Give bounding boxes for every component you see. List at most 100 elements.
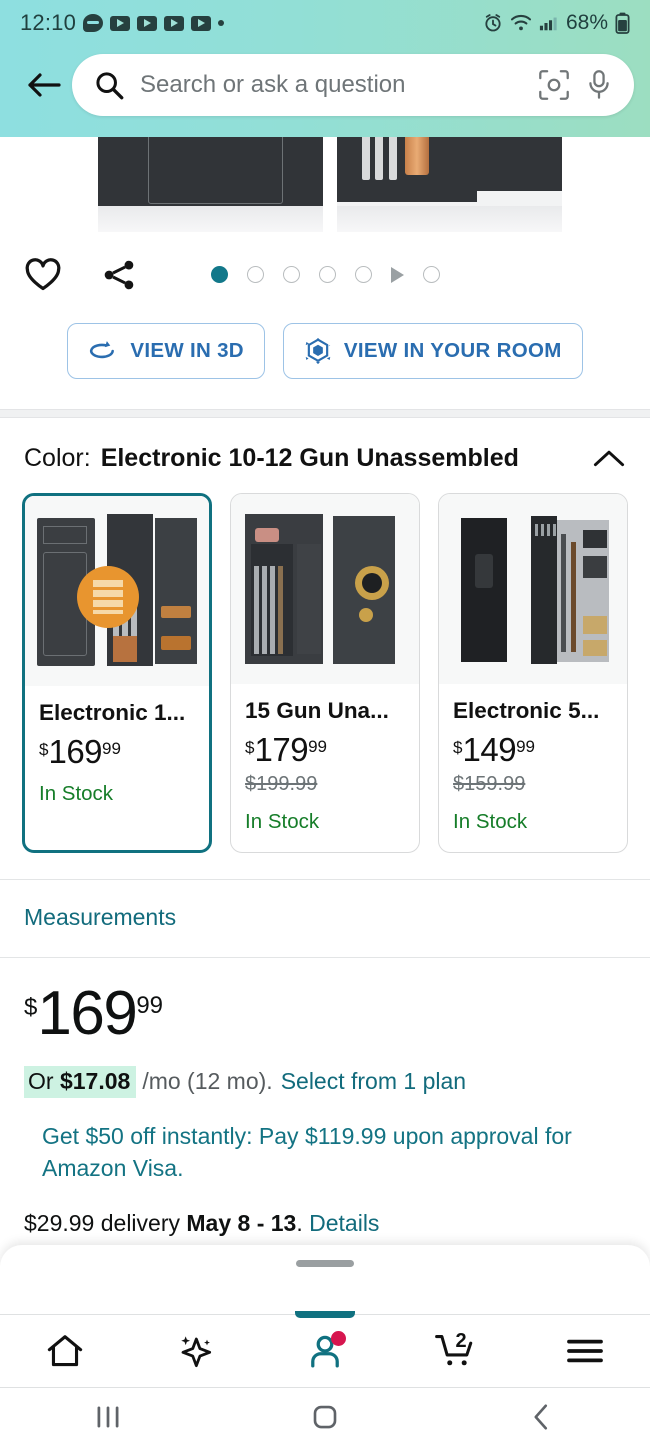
view-in-3d-button[interactable]: VIEW IN 3D bbox=[67, 323, 265, 379]
view-buttons-row: VIEW IN 3D VIEW IN YOUR ROOM bbox=[0, 317, 650, 409]
back-arrow-icon bbox=[28, 72, 61, 97]
swatch-currency: $ bbox=[245, 738, 255, 757]
color-swatch-option-1[interactable]: Electronic 1... $ 169 99 In Stock bbox=[22, 493, 213, 853]
bottom-tab-bar: 2 bbox=[0, 1314, 650, 1388]
recents-icon bbox=[97, 1406, 119, 1427]
back-button[interactable] bbox=[16, 70, 72, 100]
carousel-dot[interactable] bbox=[282, 266, 300, 283]
swatch-price-frac: 99 bbox=[308, 737, 327, 756]
battery-percent: 68% bbox=[565, 11, 608, 34]
status-time: 12:10 bbox=[20, 10, 77, 35]
tab-account[interactable] bbox=[260, 1315, 390, 1387]
carousel-dot-active[interactable] bbox=[210, 266, 228, 283]
swatch-price-whole: 169 bbox=[48, 733, 103, 770]
status-bar-right: 68% bbox=[483, 11, 630, 35]
swatch-stock-status: In Stock bbox=[39, 782, 114, 805]
dot-icon bbox=[218, 20, 225, 26]
section-divider bbox=[0, 409, 650, 418]
home-icon bbox=[47, 1335, 83, 1367]
swatch-title: Electronic 1... bbox=[39, 700, 186, 725]
color-swatch-option-3[interactable]: Electronic 5... $ 149 99 $159.99 In Stoc… bbox=[438, 493, 629, 853]
carousel-dot[interactable] bbox=[246, 266, 264, 283]
tab-cart[interactable]: 2 bbox=[390, 1315, 520, 1387]
delivery-cost: $29.99 delivery bbox=[24, 1210, 180, 1236]
delivery-details-link[interactable]: Details bbox=[309, 1210, 379, 1236]
swatch-price-frac: 99 bbox=[516, 737, 535, 756]
select-plan-link[interactable]: Select from 1 plan bbox=[281, 1068, 466, 1095]
swatch-currency: $ bbox=[39, 740, 49, 759]
chevron-up-icon[interactable] bbox=[592, 447, 626, 471]
search-bar[interactable]: Search or ask a question bbox=[72, 53, 634, 116]
tab-menu[interactable] bbox=[520, 1315, 650, 1387]
price-currency: $ bbox=[24, 994, 38, 1021]
back-chevron-icon bbox=[534, 1403, 547, 1430]
price-fraction: 99 bbox=[136, 992, 164, 1019]
chat-bubble-icon bbox=[83, 14, 104, 32]
swatch-stock-status: In Stock bbox=[453, 810, 528, 833]
account-notification-badge bbox=[330, 1331, 346, 1346]
video-icon bbox=[110, 15, 131, 31]
video-icon bbox=[191, 15, 212, 31]
product-image-1[interactable] bbox=[98, 137, 323, 232]
signal-icon bbox=[539, 17, 557, 31]
carousel-dot[interactable] bbox=[318, 266, 336, 283]
swatch-details-1: Electronic 1... $ 169 99 In Stock bbox=[25, 686, 209, 824]
financing-terms: /mo (12 mo). bbox=[142, 1068, 273, 1094]
color-selected-value: Electronic 10-12 Gun Unassembled bbox=[100, 444, 519, 472]
sheet-grabber-handle[interactable] bbox=[296, 1260, 354, 1267]
view-in-your-room-button[interactable]: VIEW IN YOUR ROOM bbox=[282, 323, 583, 379]
financing-highlight: Or $17.08 bbox=[24, 1066, 137, 1098]
product-image-carousel[interactable] bbox=[0, 137, 650, 232]
recents-button[interactable] bbox=[0, 1404, 217, 1430]
delivery-suffix: . bbox=[296, 1210, 303, 1236]
color-swatch-option-2[interactable]: 15 Gun Una... $ 179 99 $199.99 In Stock bbox=[230, 493, 421, 853]
swatch-details-2: 15 Gun Una... $ 179 99 $199.99 In Stock bbox=[231, 684, 419, 852]
swatch-thumbnail-1 bbox=[25, 496, 210, 686]
wifi-icon bbox=[510, 15, 532, 31]
financing-prefix: Or bbox=[28, 1068, 54, 1094]
microphone-icon[interactable] bbox=[586, 69, 612, 101]
video-icon bbox=[164, 15, 185, 31]
home-button[interactable] bbox=[217, 1402, 434, 1432]
swatch-price: $ 179 99 bbox=[245, 733, 405, 766]
camera-lens-icon[interactable] bbox=[538, 69, 570, 101]
search-icon bbox=[96, 71, 124, 99]
swatch-currency: $ bbox=[453, 738, 463, 757]
search-input[interactable]: Search or ask a question bbox=[140, 71, 522, 99]
rotate-3d-icon bbox=[90, 341, 115, 359]
financing-line: Or $17.08 /mo (12 mo). Select from 1 pla… bbox=[24, 1066, 626, 1098]
share-icon[interactable] bbox=[100, 258, 138, 292]
swatch-list-price: $199.99 bbox=[245, 773, 318, 795]
view-in-3d-label: VIEW IN 3D bbox=[130, 339, 244, 362]
color-selector-header[interactable]: Color: Electronic 10-12 Gun Unassembled bbox=[0, 418, 650, 493]
swatch-thumbnail-3 bbox=[439, 494, 628, 684]
swatch-stock-status: In Stock bbox=[245, 810, 320, 833]
search-header: Search or ask a question bbox=[0, 46, 650, 137]
swatch-thumbnail-2 bbox=[231, 494, 420, 684]
product-image-2[interactable] bbox=[337, 137, 562, 232]
play-triangle-icon[interactable] bbox=[390, 266, 404, 283]
battery-icon bbox=[615, 12, 630, 34]
heart-icon[interactable] bbox=[24, 257, 62, 292]
hamburger-icon bbox=[567, 1339, 603, 1363]
tab-rufus[interactable] bbox=[130, 1315, 260, 1387]
swatch-price-whole: 149 bbox=[462, 731, 517, 768]
carousel-dot[interactable] bbox=[422, 266, 440, 283]
carousel-dot[interactable] bbox=[354, 266, 372, 283]
swatch-list-price: $159.99 bbox=[453, 773, 526, 795]
status-bar: 12:10 68% bbox=[0, 0, 650, 46]
tab-home[interactable] bbox=[0, 1315, 130, 1387]
swatch-price: $ 149 99 bbox=[453, 733, 613, 766]
price-whole: 169 bbox=[37, 979, 137, 1048]
swatch-price-frac: 99 bbox=[102, 739, 121, 758]
amazon-visa-promo[interactable]: Get $50 off instantly: Pay $119.99 upon … bbox=[24, 1120, 626, 1184]
back-button-system[interactable] bbox=[433, 1402, 650, 1432]
swatch-title: Electronic 5... bbox=[453, 698, 600, 723]
swatch-details-3: Electronic 5... $ 149 99 $159.99 In Stoc… bbox=[439, 684, 627, 852]
measurements-link[interactable]: Measurements bbox=[0, 880, 650, 957]
view-in-your-room-label: VIEW IN YOUR ROOM bbox=[343, 339, 562, 362]
swatch-price-whole: 179 bbox=[254, 731, 309, 768]
financing-amount: $17.08 bbox=[59, 1068, 131, 1094]
delivery-line: $29.99 delivery May 8 - 13. Details bbox=[24, 1210, 626, 1237]
home-square-icon bbox=[313, 1405, 337, 1428]
